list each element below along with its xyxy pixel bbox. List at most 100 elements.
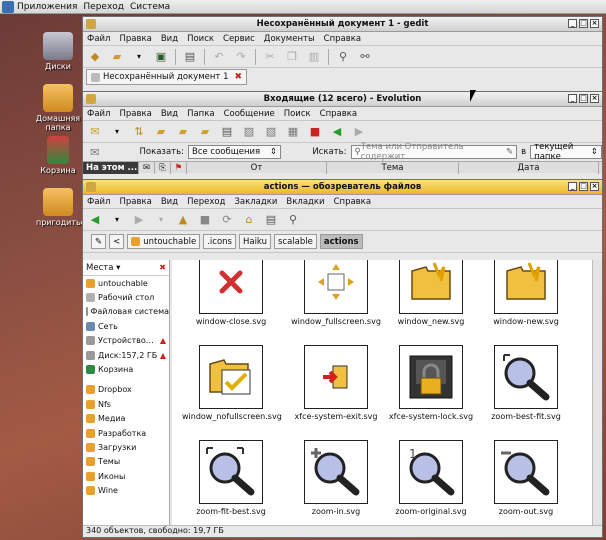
- desktop-icon-home[interactable]: Домашняя папка: [30, 84, 86, 132]
- not-junk-icon[interactable]: ▦: [285, 124, 301, 140]
- place-item[interactable]: Файловая система: [83, 305, 169, 319]
- location-toggle-icon[interactable]: ✎: [91, 234, 107, 249]
- file-manager-titlebar[interactable]: actions — обозреватель файлов _ □ ×: [83, 180, 602, 195]
- column-from[interactable]: От: [187, 161, 327, 174]
- new-document-icon[interactable]: ◆: [87, 49, 103, 65]
- desktop-icon-folder[interactable]: пригодиться: [36, 188, 90, 227]
- breadcrumb-scalable[interactable]: scalable: [273, 234, 317, 249]
- bookmark-item[interactable]: Nfs: [83, 397, 169, 411]
- place-item[interactable]: Корзина: [83, 362, 169, 376]
- desktop-icon-trash[interactable]: Корзина: [36, 136, 80, 175]
- file-item[interactable]: zoom-out.svg: [477, 440, 575, 516]
- sidebar-title-select[interactable]: Места ▾: [86, 263, 120, 273]
- new-dropdown-icon[interactable]: ▾: [109, 124, 125, 140]
- menu-tabs[interactable]: Вкладки: [286, 197, 324, 207]
- file-item[interactable]: window-close.svg: [182, 260, 280, 326]
- forward-icon[interactable]: ▶: [131, 212, 147, 228]
- computer-icon[interactable]: ▤: [263, 212, 279, 228]
- stop-icon[interactable]: ■: [307, 124, 323, 140]
- close-button[interactable]: ×: [590, 94, 599, 103]
- flag-column-icon[interactable]: ⚑: [171, 161, 187, 174]
- save-icon[interactable]: ▣: [153, 49, 169, 65]
- close-button[interactable]: ×: [590, 182, 599, 191]
- print-icon[interactable]: ▤: [219, 124, 235, 140]
- vertical-scrollbar[interactable]: [592, 260, 602, 525]
- menu-search[interactable]: Поиск: [187, 34, 214, 44]
- evolution-titlebar[interactable]: Входящие (12 всего) - Evolution _ □ ×: [83, 92, 602, 107]
- bookmark-item[interactable]: Темы: [83, 455, 169, 469]
- reply-icon[interactable]: ▰: [153, 124, 169, 140]
- copy-icon[interactable]: ❐: [284, 49, 300, 65]
- column-subject[interactable]: Тема: [327, 161, 459, 174]
- paste-icon[interactable]: ▥: [306, 49, 322, 65]
- menu-bookmarks[interactable]: Закладки: [234, 197, 277, 207]
- menu-view[interactable]: Вид: [161, 109, 178, 119]
- home-icon[interactable]: ⌂: [241, 212, 257, 228]
- bookmark-item[interactable]: Иконы: [83, 469, 169, 483]
- maximize-button[interactable]: □: [579, 94, 588, 103]
- delete-icon[interactable]: ▨: [241, 124, 257, 140]
- menu-file[interactable]: Файл: [87, 34, 110, 44]
- file-item[interactable]: 1 zoom-original.svg: [382, 440, 480, 516]
- system-menu[interactable]: Система: [130, 2, 170, 12]
- forward-dropdown-icon[interactable]: ▾: [153, 212, 169, 228]
- place-item[interactable]: Сеть: [83, 319, 169, 333]
- path-scroll-left[interactable]: <: [109, 234, 125, 249]
- previous-icon[interactable]: ◀: [329, 124, 345, 140]
- reload-icon[interactable]: ⟳: [219, 212, 235, 228]
- menu-view[interactable]: Вид: [161, 197, 178, 207]
- menu-help[interactable]: Справка: [324, 34, 361, 44]
- find-icon[interactable]: ⚲: [335, 49, 351, 65]
- file-item[interactable]: window-new.svg: [477, 260, 575, 326]
- bookmark-item[interactable]: Dropbox: [83, 383, 169, 397]
- menu-tools[interactable]: Сервис: [223, 34, 255, 44]
- menu-file[interactable]: Файл: [87, 197, 110, 207]
- breadcrumb-untouchable[interactable]: untouchable: [127, 234, 201, 249]
- bookmark-item[interactable]: Wine: [83, 483, 169, 497]
- desktop-icon-drives[interactable]: Диски: [36, 32, 80, 71]
- file-item[interactable]: zoom-in.svg: [287, 440, 385, 516]
- search-scope-select[interactable]: текущей папке ⇕: [530, 142, 602, 162]
- place-item[interactable]: Рабочий стол: [83, 290, 169, 304]
- status-column-icon[interactable]: ✉: [139, 161, 155, 174]
- breadcrumb-haiku[interactable]: Haiku: [238, 234, 271, 249]
- place-item[interactable]: Диск:157,2 ГБ ▲: [83, 348, 169, 362]
- file-item[interactable]: xfce-system-lock.svg: [382, 345, 480, 421]
- attachment-column-icon[interactable]: ⎘: [155, 161, 171, 174]
- tab-unsaved-document[interactable]: Несохранённый документ 1 ✖: [86, 69, 248, 85]
- menu-go[interactable]: Переход: [187, 197, 225, 207]
- reply-all-icon[interactable]: ▰: [175, 124, 191, 140]
- clear-search-icon[interactable]: ✎: [506, 147, 513, 157]
- menu-help[interactable]: Справка: [334, 197, 371, 207]
- search-icon[interactable]: ⚲: [285, 212, 301, 228]
- menu-documents[interactable]: Документы: [264, 34, 315, 44]
- maximize-button[interactable]: □: [579, 182, 588, 191]
- minimize-button[interactable]: _: [568, 19, 577, 28]
- file-item[interactable]: window_new.svg: [382, 260, 480, 326]
- close-tab-icon[interactable]: ✖: [234, 72, 242, 82]
- maximize-button[interactable]: □: [579, 19, 588, 28]
- menu-edit[interactable]: Правка: [119, 34, 151, 44]
- menu-message[interactable]: Сообщение: [224, 109, 275, 119]
- minimize-button[interactable]: _: [568, 94, 577, 103]
- place-item[interactable]: Устройство… ▲: [83, 334, 169, 348]
- minimize-button[interactable]: _: [568, 182, 577, 191]
- junk-icon[interactable]: ▧: [263, 124, 279, 140]
- back-icon[interactable]: ◀: [87, 212, 103, 228]
- new-message-icon[interactable]: ✉: [87, 124, 103, 140]
- file-item[interactable]: window_nofullscreen.svg: [182, 345, 282, 421]
- eject-icon[interactable]: ▲: [160, 351, 166, 360]
- print-icon[interactable]: ▤: [182, 49, 198, 65]
- menu-search[interactable]: Поиск: [284, 109, 311, 119]
- place-item[interactable]: untouchable: [83, 276, 169, 290]
- open-dropdown-icon[interactable]: ▾: [131, 49, 147, 65]
- menu-edit[interactable]: Правка: [119, 197, 151, 207]
- file-item[interactable]: window_fullscreen.svg: [287, 260, 385, 326]
- up-icon[interactable]: ▲: [175, 212, 191, 228]
- search-input[interactable]: ⚲ Тема или Отправитель содержит ✎: [350, 142, 518, 162]
- show-filter-select[interactable]: Все сообщения ⇕: [187, 145, 282, 159]
- menu-file[interactable]: Файл: [87, 109, 110, 119]
- places-menu[interactable]: Переход: [83, 2, 124, 12]
- next-icon[interactable]: ▶: [351, 124, 367, 140]
- close-sidebar-icon[interactable]: ✖: [159, 263, 166, 272]
